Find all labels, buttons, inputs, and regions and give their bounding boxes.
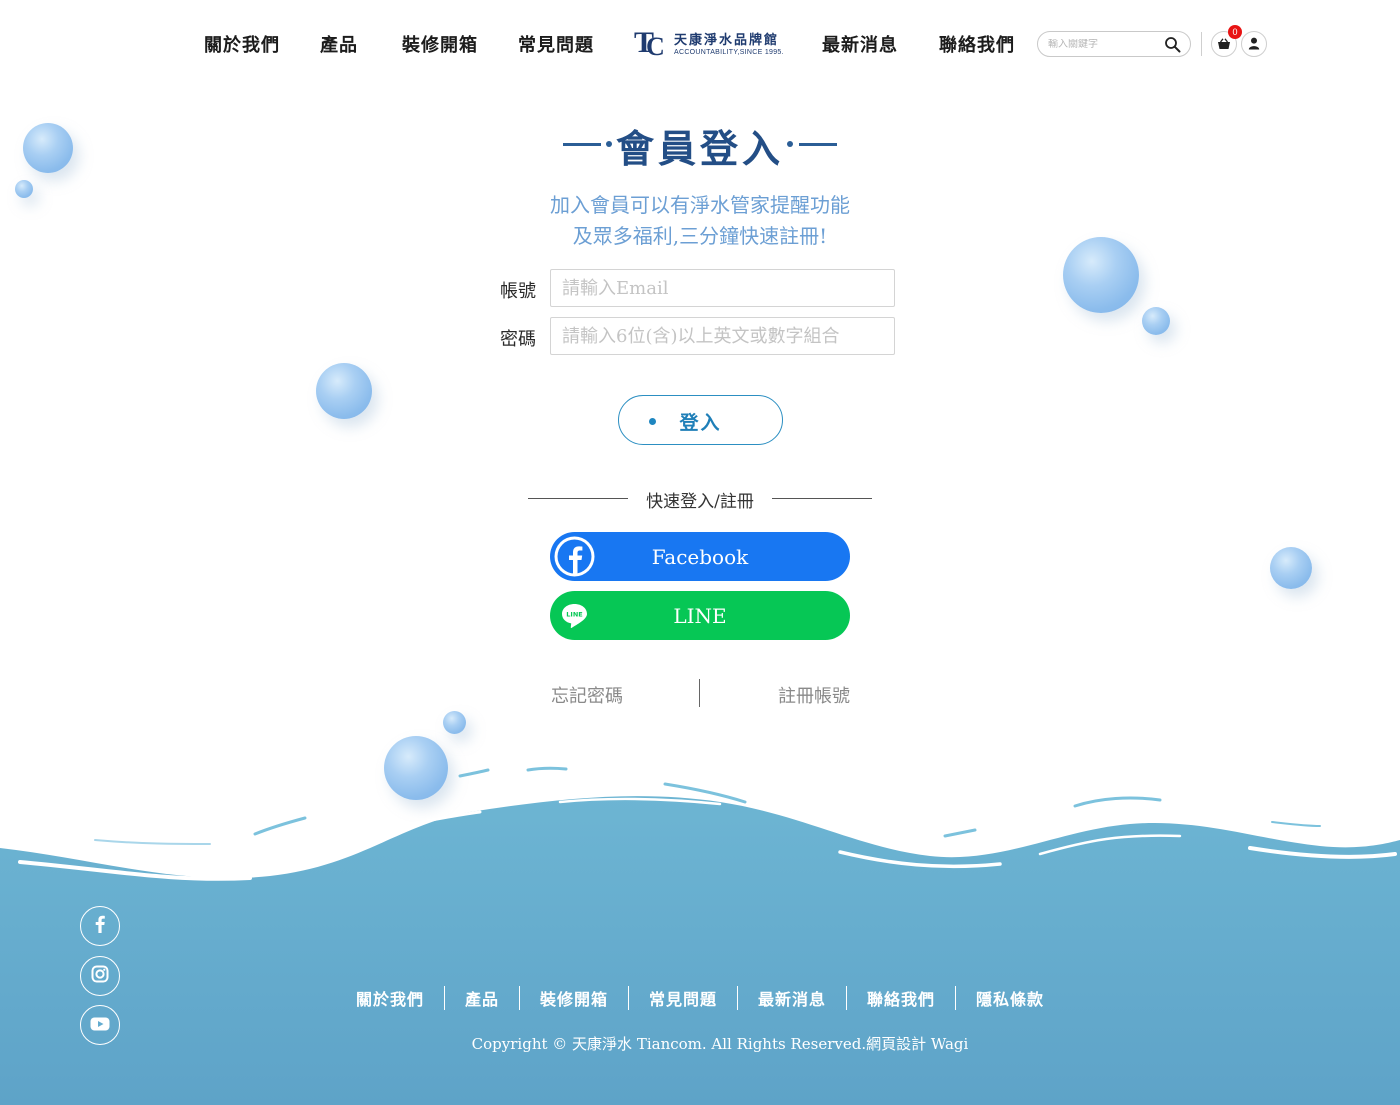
quick-login-label: 快速登入/註冊 — [646, 492, 754, 512]
account-label: 帳號 — [500, 281, 536, 302]
footer-link-news[interactable]: 最新消息 — [738, 986, 846, 1010]
decor-bubble — [1142, 307, 1170, 335]
footer-link-products[interactable]: 產品 — [445, 986, 519, 1010]
logo-brand-name: 天康淨水品牌館 — [674, 33, 780, 48]
nav-products[interactable]: 產品 — [320, 31, 358, 57]
password-field[interactable] — [550, 317, 895, 355]
logo-mark: TC — [634, 26, 665, 61]
copyright-text: Copyright © 天康淨水 Tiancom. All Rights Res… — [471, 1035, 969, 1053]
title-decor-dot — [787, 141, 793, 147]
divider-line — [528, 498, 628, 499]
decor-bubble — [1270, 547, 1312, 589]
login-subtitle: 加入會員可以有淨水管家提醒功能 及眾多福利,三分鐘快速註冊! — [550, 193, 850, 248]
cart-count-badge: 0 — [1228, 25, 1242, 39]
footer-link-contact[interactable]: 聯絡我們 — [847, 986, 955, 1010]
nav-renovation[interactable]: 裝修開箱 — [402, 31, 478, 57]
youtube-icon — [90, 1016, 110, 1035]
facebook-login-button[interactable]: Facebook — [550, 532, 850, 581]
nav-about[interactable]: 關於我們 — [204, 31, 280, 57]
line-login-button[interactable]: LINE LINE — [550, 591, 850, 640]
footer-link-privacy[interactable]: 隱私條款 — [956, 986, 1064, 1010]
footer-link-faq[interactable]: 常見問題 — [629, 986, 737, 1010]
header-divider — [1201, 32, 1202, 56]
title-decor-line — [799, 143, 837, 146]
nav-news[interactable]: 最新消息 — [822, 31, 898, 57]
instagram-icon — [91, 965, 109, 987]
password-label: 密碼 — [500, 329, 536, 350]
footer-link-renovation[interactable]: 裝修開箱 — [520, 986, 628, 1010]
footer-nav: 關於我們 產品 裝修開箱 常見問題 最新消息 聯絡我們 隱私條款 — [0, 986, 1400, 1010]
decor-bubble — [316, 363, 372, 419]
nav-faq[interactable]: 常見問題 — [518, 31, 594, 57]
logo-tagline: ACCOUNTABILITY,SINCE 1995. — [674, 49, 784, 56]
user-icon — [1248, 35, 1260, 54]
facebook-icon — [94, 915, 106, 937]
register-link[interactable]: 註冊帳號 — [778, 682, 850, 708]
decor-bubble — [443, 711, 466, 734]
footer-facebook-button[interactable] — [80, 906, 120, 946]
search-icon[interactable] — [1164, 36, 1182, 54]
site-logo[interactable]: TC 天康淨水品牌館 ACCOUNTABILITY,SINCE 1995. — [634, 26, 784, 62]
search-input[interactable] — [1048, 38, 1166, 50]
page-title: 會員登入 — [615, 126, 784, 171]
link-separator — [699, 679, 700, 707]
search-box — [1037, 31, 1191, 57]
divider-line — [772, 498, 872, 499]
nav-contact[interactable]: 聯絡我們 — [939, 31, 1015, 57]
forgot-password-link[interactable]: 忘記密碼 — [551, 682, 623, 708]
account-button[interactable] — [1241, 31, 1267, 57]
email-field[interactable] — [550, 269, 895, 307]
site-header: 關於我們 產品 裝修開箱 常見問題 TC 天康淨水品牌館 ACCOUNTABIL… — [0, 0, 1400, 88]
login-button[interactable]: 登入 — [618, 395, 783, 445]
basket-icon — [1217, 35, 1231, 54]
footer-link-about[interactable]: 關於我們 — [336, 986, 444, 1010]
